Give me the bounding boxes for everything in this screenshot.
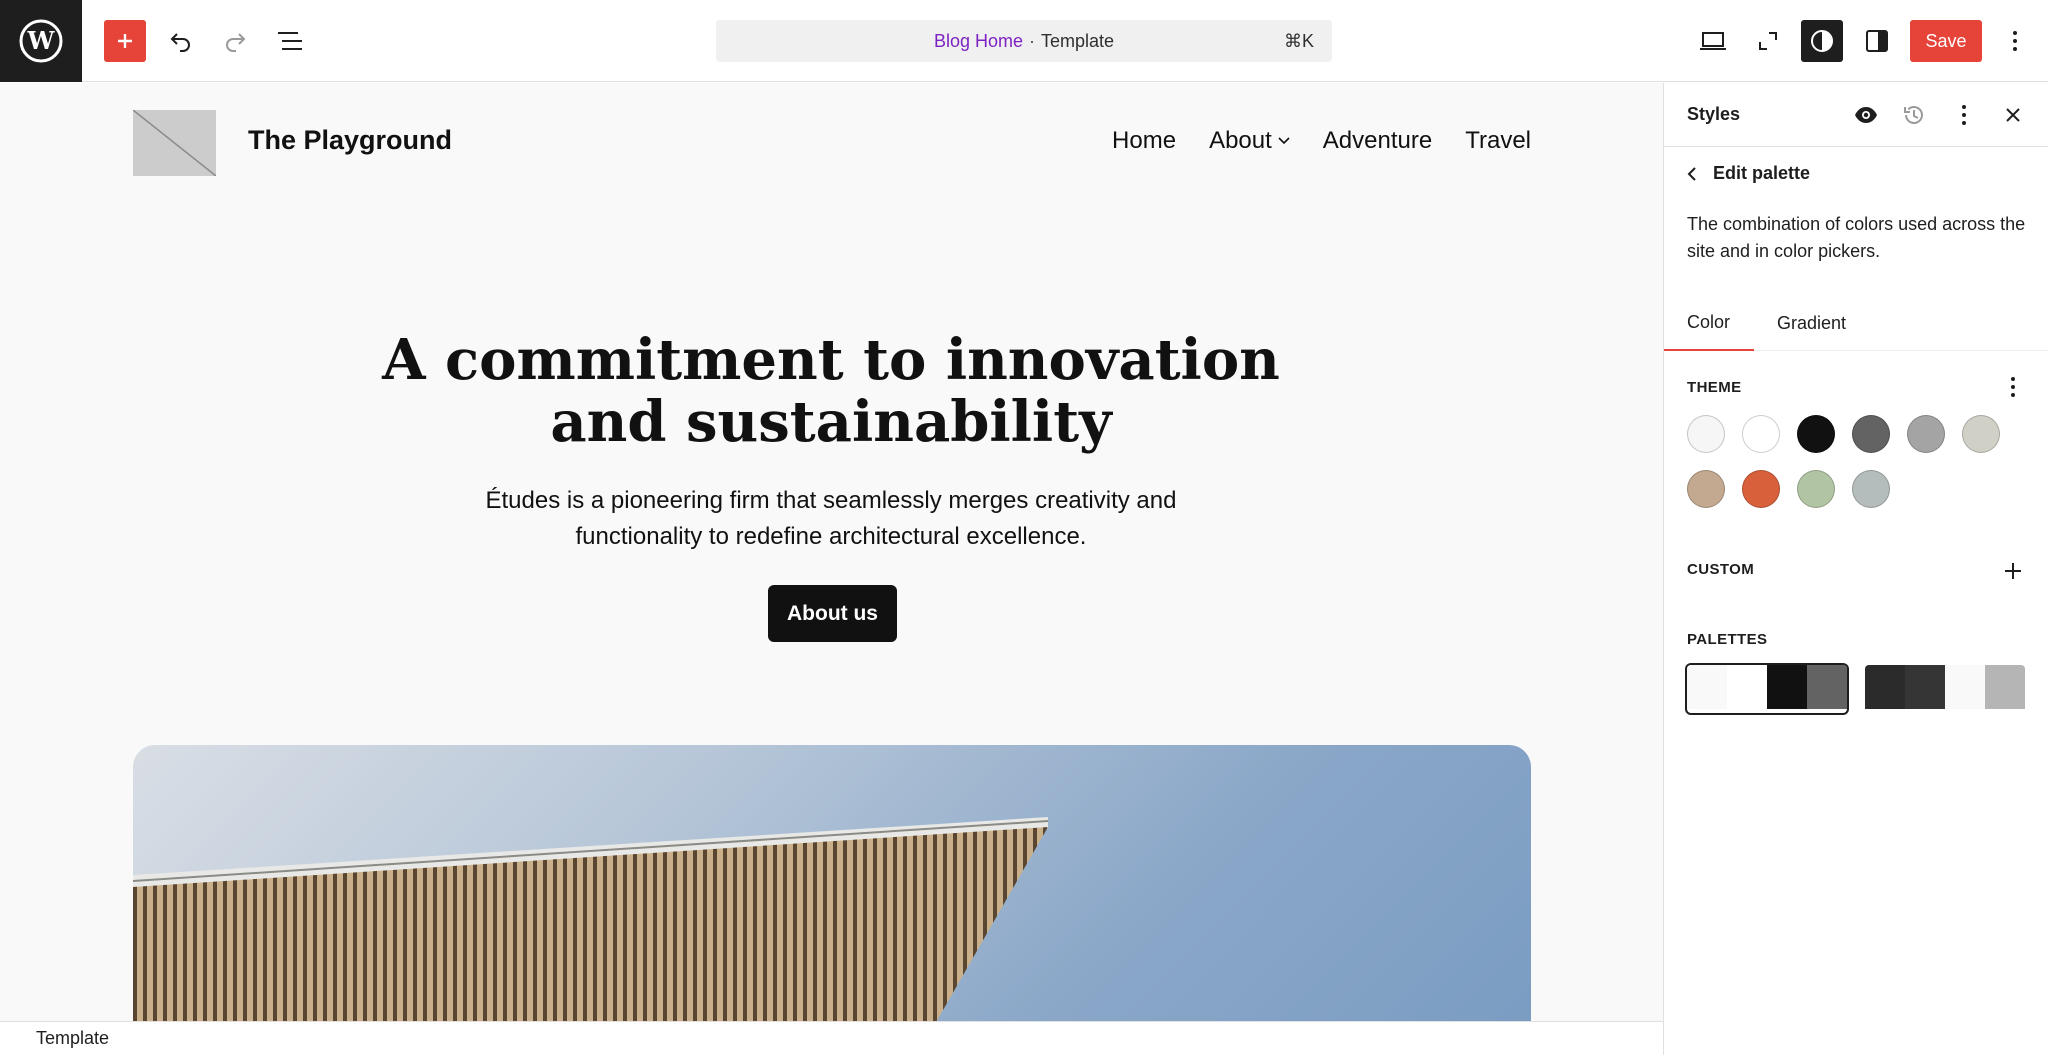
settings-button[interactable] xyxy=(1856,20,1898,62)
palette-color xyxy=(1767,665,1807,709)
wordpress-icon: W xyxy=(19,19,63,63)
redo-button[interactable] xyxy=(214,20,256,62)
styles-sidebar: Styles Edit palette The combination of c… xyxy=(1663,83,2048,1055)
palette-color xyxy=(1945,665,1985,709)
zoom-out-button[interactable] xyxy=(1747,20,1789,62)
theme-color-swatch[interactable] xyxy=(1687,415,1725,453)
close-icon xyxy=(2006,108,2020,122)
revisions-icon xyxy=(1904,106,1923,124)
screen-heading: Edit palette xyxy=(1713,163,1811,183)
navigator-header: Edit palette xyxy=(1687,163,1810,184)
more-vertical-icon xyxy=(2011,377,2015,397)
style-book-button[interactable] xyxy=(1852,101,1880,129)
theme-section-label: THEME xyxy=(1687,379,1742,396)
more-vertical-icon xyxy=(1962,105,1966,125)
palette-description: The combination of colors used across th… xyxy=(1687,214,2026,261)
theme-palette-options-button[interactable] xyxy=(1999,373,2027,401)
palette-option-selected[interactable] xyxy=(1687,665,1847,713)
palette-tabs: Color Gradient xyxy=(1664,295,2048,351)
redo-icon xyxy=(226,33,246,52)
panel-header: Styles xyxy=(1664,83,2048,147)
tab-gradient[interactable]: Gradient xyxy=(1754,295,1869,351)
tab-color[interactable]: Color xyxy=(1664,295,1754,351)
command-shortcut: ⌘K xyxy=(1283,31,1314,51)
plus-icon xyxy=(2005,563,2021,579)
editor-toolbar: W Blog Home · Template ⌘K Save xyxy=(0,0,2048,82)
document-title[interactable]: Blog Home xyxy=(934,31,1023,52)
add-custom-color-button[interactable] xyxy=(1999,557,2027,585)
list-view-button[interactable] xyxy=(269,20,311,62)
undo-button[interactable] xyxy=(160,20,202,62)
sidebar-icon xyxy=(1866,30,1888,52)
chevron-down-icon xyxy=(1278,137,1290,145)
desktop-icon xyxy=(1700,32,1726,50)
undo-icon xyxy=(170,33,190,52)
palette-color xyxy=(1807,665,1847,709)
options-button[interactable] xyxy=(1994,20,2036,62)
editor-canvas[interactable]: The Playground Home About Adventure Trav… xyxy=(0,83,1663,1021)
nav-item-about[interactable]: About xyxy=(1209,127,1290,155)
breadcrumb-item-template[interactable]: Template xyxy=(36,1028,109,1049)
hero-image[interactable] xyxy=(133,745,1531,1021)
theme-color-swatch[interactable] xyxy=(1852,470,1890,508)
theme-color-swatch[interactable] xyxy=(1687,470,1725,508)
theme-color-swatch[interactable] xyxy=(1852,415,1890,453)
palette-color xyxy=(1985,665,2025,709)
nav-label: Home xyxy=(1112,127,1177,154)
close-styles-button[interactable] xyxy=(1999,101,2027,129)
custom-section-label: CUSTOM xyxy=(1687,561,1755,578)
styles-icon xyxy=(1811,30,1833,52)
title-separator: · xyxy=(1029,30,1035,51)
wordpress-logo-button[interactable]: W xyxy=(0,0,82,82)
block-inserter-button[interactable] xyxy=(104,20,146,62)
nav-item-home[interactable]: Home xyxy=(1112,127,1176,155)
logo-placeholder-icon xyxy=(133,110,216,176)
revisions-button[interactable] xyxy=(1900,101,1928,129)
zoom-out-icon xyxy=(1759,32,1777,50)
theme-color-swatch[interactable] xyxy=(1797,470,1835,508)
theme-color-swatch[interactable] xyxy=(1742,415,1780,453)
nav-label: About xyxy=(1209,127,1272,154)
save-button[interactable]: Save xyxy=(1910,20,1982,62)
site-navigation: Home About Adventure Travel xyxy=(1112,127,1531,155)
building-roof-illustration xyxy=(133,817,1049,1021)
palette-color xyxy=(1687,665,1727,709)
about-us-button[interactable]: About us xyxy=(768,585,897,642)
chevron-left-icon[interactable] xyxy=(1687,166,1697,182)
palettes-section-label: PALETTES xyxy=(1687,631,1768,648)
palette-option[interactable] xyxy=(1865,665,2025,713)
theme-color-swatch[interactable] xyxy=(1962,415,2000,453)
theme-color-swatch[interactable] xyxy=(1742,470,1780,508)
nav-item-travel[interactable]: Travel xyxy=(1465,127,1531,155)
document-type: Template xyxy=(1041,30,1115,51)
site-title[interactable]: The Playground xyxy=(248,125,452,156)
styles-button[interactable] xyxy=(1801,20,1843,62)
site-logo-placeholder[interactable] xyxy=(133,110,216,176)
more-vertical-icon xyxy=(2013,31,2017,51)
svg-text:W: W xyxy=(27,26,56,55)
theme-color-swatch[interactable] xyxy=(1907,415,1945,453)
hero-paragraph[interactable]: Études is a pioneering firm that seamles… xyxy=(431,483,1231,555)
palette-color xyxy=(1865,665,1905,709)
device-preview-button[interactable] xyxy=(1692,20,1734,62)
block-breadcrumb: Template xyxy=(0,1021,1663,1055)
list-view-icon xyxy=(278,32,302,50)
nav-item-adventure[interactable]: Adventure xyxy=(1323,127,1432,155)
hero-heading[interactable]: A commitment to innovation and sustainab… xyxy=(331,329,1331,453)
nav-label: Travel xyxy=(1465,127,1531,154)
eye-icon xyxy=(1855,107,1877,123)
palette-color xyxy=(1727,665,1767,709)
theme-color-swatch[interactable] xyxy=(1797,415,1835,453)
palette-color xyxy=(1905,665,1945,709)
styles-actions-button[interactable] xyxy=(1950,101,1978,129)
command-center[interactable]: Blog Home · Template ⌘K xyxy=(716,20,1332,62)
nav-label: Adventure xyxy=(1322,127,1433,154)
panel-title: Styles xyxy=(1687,104,1741,124)
plus-icon xyxy=(118,34,132,48)
